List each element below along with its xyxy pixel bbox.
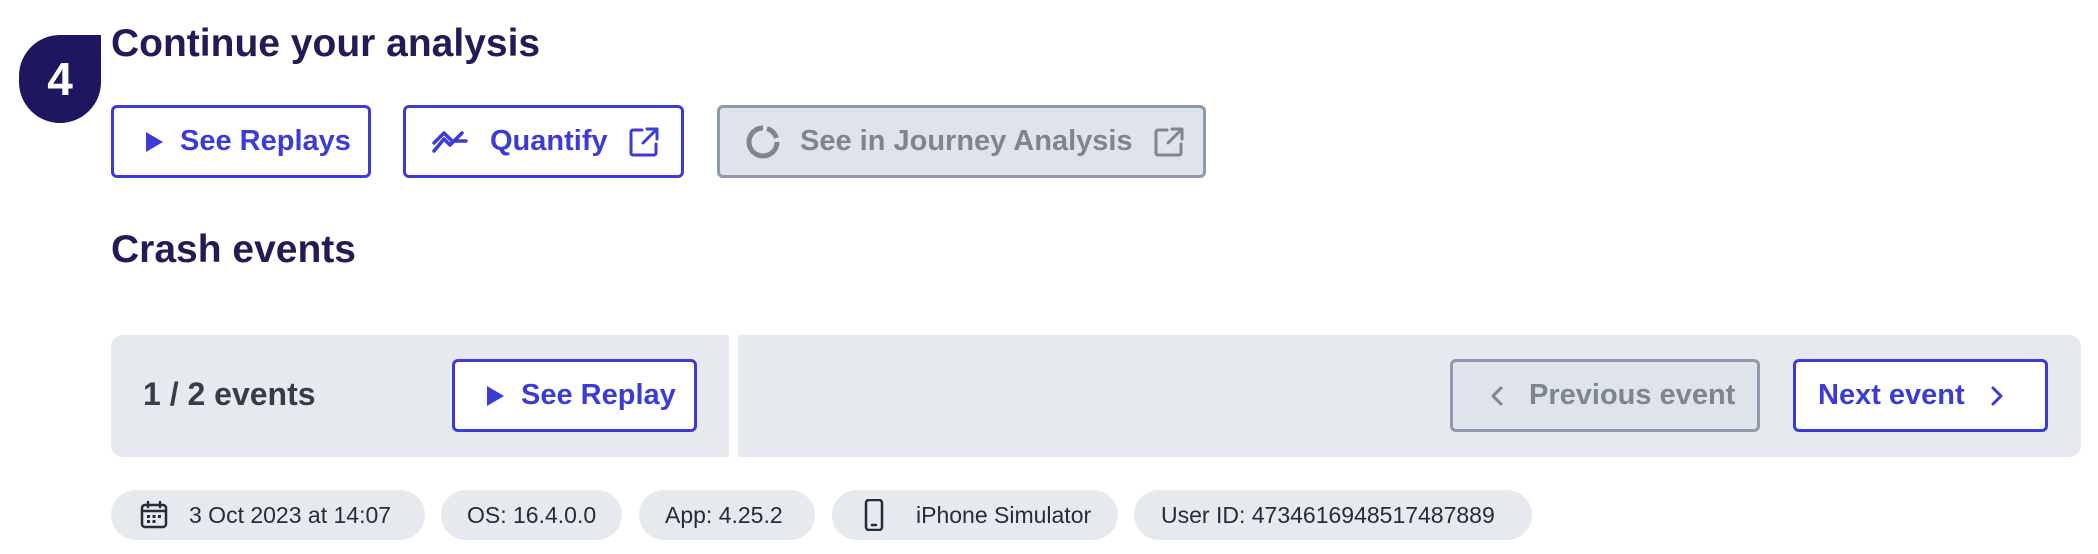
next-event-label: Next event — [1818, 379, 1965, 411]
device-name: iPhone Simulator — [916, 501, 1092, 528]
calendar-icon — [140, 500, 168, 529]
app-version: App: 4.25.2 — [665, 501, 783, 528]
external-link-icon — [629, 127, 659, 156]
journey-analysis-button[interactable]: See in Journey Analysis — [717, 105, 1206, 178]
quantify-button[interactable]: Quantify — [403, 105, 684, 178]
step-number: 4 — [47, 53, 73, 105]
quantify-label: Quantify — [490, 125, 608, 157]
see-replay-button[interactable]: See Replay — [452, 359, 697, 432]
device-chip: iPhone Simulator — [832, 490, 1118, 540]
app-chip: App: 4.25.2 — [639, 490, 815, 540]
play-icon — [146, 131, 163, 152]
see-replays-button[interactable]: See Replays — [111, 105, 371, 178]
chevron-right-icon — [1991, 386, 2003, 405]
crash-events-title: Crash events — [111, 228, 356, 271]
event-count: 1 / 2 events — [143, 376, 316, 412]
previous-event-label: Previous event — [1529, 379, 1736, 411]
date-chip: 3 Oct 2023 at 14:07 — [111, 490, 425, 540]
loading-spinner-icon — [746, 125, 780, 158]
user-id: User ID: 4734616948517487889 — [1161, 501, 1495, 528]
external-link-icon — [1154, 127, 1184, 156]
previous-event-button[interactable]: Previous event — [1450, 359, 1760, 432]
event-date: 3 Oct 2023 at 14:07 — [189, 501, 392, 528]
step-badge: 4 — [19, 35, 101, 123]
phone-icon — [864, 499, 884, 531]
see-replays-label: See Replays — [180, 125, 351, 157]
see-replay-label: See Replay — [521, 379, 676, 411]
trend-icon — [432, 130, 468, 153]
play-icon — [487, 385, 504, 406]
os-chip: OS: 16.4.0.0 — [441, 490, 622, 540]
analysis-title: Continue your analysis — [111, 22, 541, 65]
os-version: OS: 16.4.0.0 — [467, 501, 597, 528]
chevron-left-icon — [1491, 386, 1503, 405]
journey-analysis-label: See in Journey Analysis — [800, 125, 1133, 157]
user-id-chip: User ID: 4734616948517487889 — [1134, 490, 1532, 540]
next-event-button[interactable]: Next event — [1793, 359, 2048, 432]
